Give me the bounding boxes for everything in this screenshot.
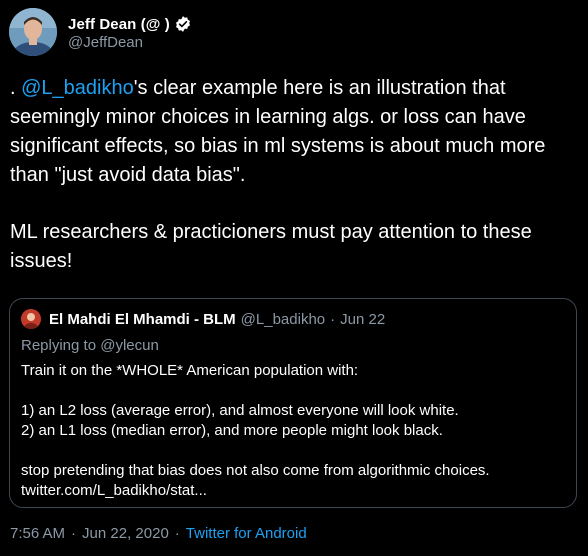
quote-line: Train it on the *WHOLE* American populat… <box>21 362 359 379</box>
quote-separator: · <box>330 310 336 328</box>
footer-separator: · <box>71 525 77 542</box>
tweet-footer: 7:56 AM · Jun 22, 2020 · Twitter for And… <box>10 525 307 542</box>
author-handle[interactable]: @JeffDean <box>68 34 143 51</box>
quote-author-avatar <box>21 309 41 329</box>
quote-date: Jun 22 <box>340 310 386 328</box>
quote-tweet-card[interactable]: El Mahdi El Mhamdi - BLM @L_badikho · Ju… <box>9 298 577 508</box>
tweet-source-link[interactable]: Twitter for Android <box>186 525 307 542</box>
mention-link[interactable]: @L_badikho <box>21 77 134 99</box>
author-avatar[interactable] <box>9 8 57 56</box>
tweet-time[interactable]: 7:56 AM <box>10 525 65 542</box>
quote-line: 1) an L2 loss (average error), and almos… <box>21 402 459 419</box>
quote-body: Train it on the *WHOLE* American populat… <box>21 361 566 501</box>
quote-author-name: El Mahdi El Mhamdi - BLM <box>49 310 236 328</box>
tweet-paragraph-2: ML researchers & practicioners must pay … <box>10 221 532 272</box>
tweet-text: . @L_badikho's clear example here is an … <box>10 74 582 276</box>
tweet-paragraph-1: . @L_badikho's clear example here is an … <box>10 74 582 190</box>
verified-check-icon <box>174 15 192 33</box>
tweet-lead: . <box>10 77 22 99</box>
quote-author-handle: @L_badikho <box>240 310 326 328</box>
quote-header: El Mahdi El Mhamdi - BLM @L_badikho · Ju… <box>21 309 385 329</box>
tweet-card: Jeff Dean (@ ) @JeffDean . @L_badikho's … <box>0 0 588 556</box>
author-name-row[interactable]: Jeff Dean (@ ) <box>68 13 192 35</box>
quote-line: 2) an L1 loss (median error), and more p… <box>21 422 443 439</box>
quote-link[interactable]: twitter.com/L_badikho/stat... <box>21 481 566 501</box>
footer-separator: · <box>174 525 180 542</box>
replying-to: Replying to @ylecun <box>21 337 159 354</box>
quote-line: stop pretending that bias does not also … <box>21 462 490 479</box>
author-display-name[interactable]: Jeff Dean (@ ) <box>68 16 170 33</box>
tweet-date[interactable]: Jun 22, 2020 <box>82 525 169 542</box>
